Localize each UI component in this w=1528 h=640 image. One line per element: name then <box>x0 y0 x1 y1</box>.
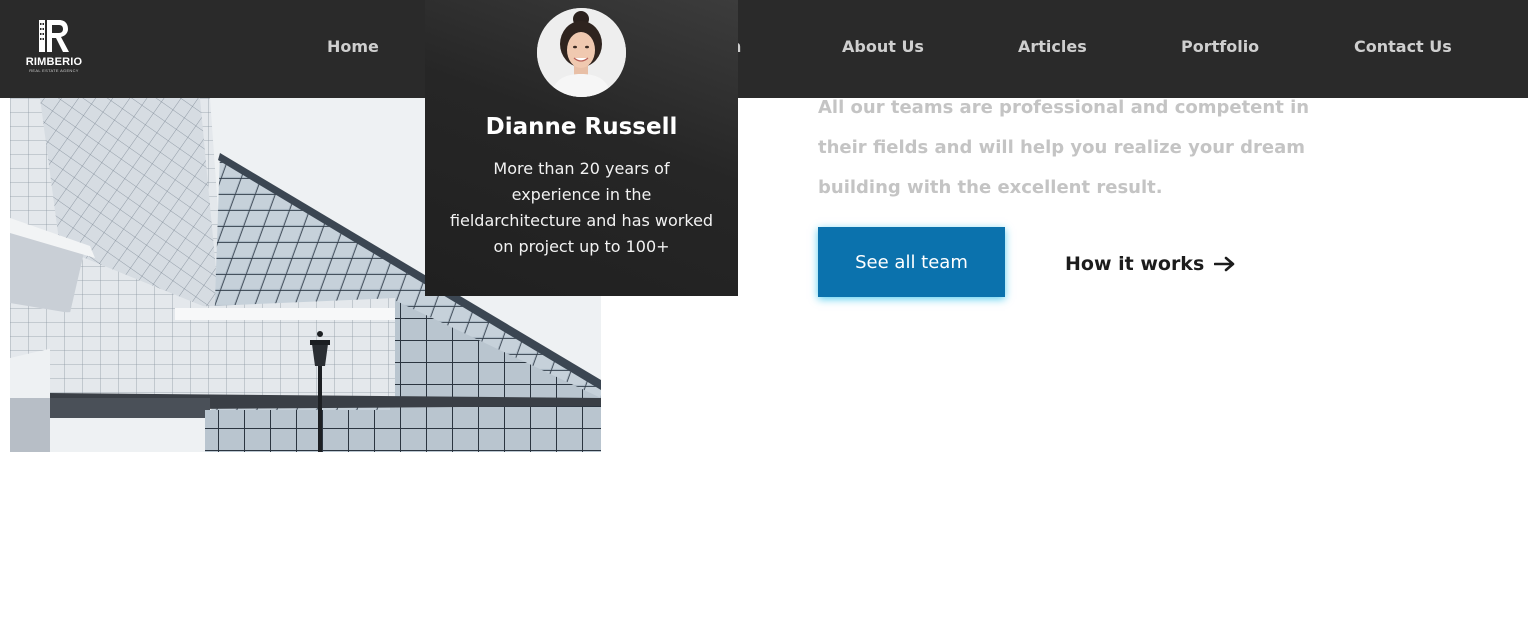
nav-about-us[interactable]: About Us <box>842 36 924 58</box>
brand-name: RIMBERIO <box>25 56 83 68</box>
site-header: RIMBERIO REAL ESTATE AGENCY Home n About… <box>0 0 1528 98</box>
team-member-name: Dianne Russell <box>485 114 678 140</box>
nav-portfolio[interactable]: Portfolio <box>1181 36 1259 58</box>
arrow-right-icon <box>1214 256 1235 272</box>
how-it-works-label: How it works <box>1065 253 1205 275</box>
nav-articles[interactable]: Articles <box>1018 36 1087 58</box>
how-it-works-link[interactable]: How it works <box>1065 250 1236 278</box>
nav-contact-us[interactable]: Contact Us <box>1354 36 1452 58</box>
see-all-team-button[interactable]: See all team <box>818 227 1005 297</box>
building-r-logo-icon <box>39 20 69 52</box>
avatar <box>537 8 626 97</box>
avatar-portrait-icon <box>537 8 626 97</box>
team-member-bio: More than 20 years of experience in the … <box>449 159 714 256</box>
team-member-card: Dianne Russell More than 20 years of exp… <box>425 0 738 296</box>
brand-logo[interactable]: RIMBERIO REAL ESTATE AGENCY <box>22 16 86 82</box>
nav-home[interactable]: Home <box>327 36 379 58</box>
brand-tagline: REAL ESTATE AGENCY <box>29 68 79 73</box>
team-description: All our teams are professional and compe… <box>818 97 1310 198</box>
